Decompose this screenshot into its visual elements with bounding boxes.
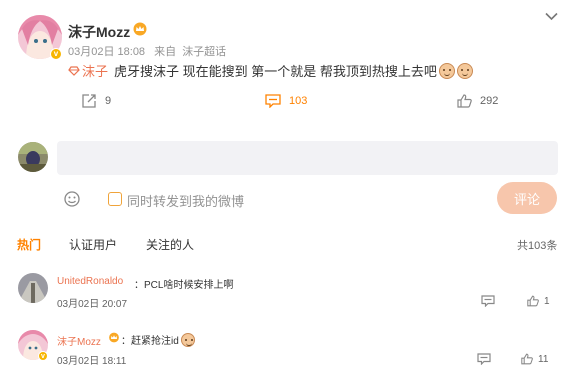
comment-like-count: 1 <box>544 295 550 307</box>
post-text: 虎牙搜沫子 现在能搜到 第一个就是 帮我顶到热搜上去吧 <box>114 64 437 79</box>
comment-like-count: 11 <box>538 353 549 365</box>
comment-text: ：赶紧抢注id <box>121 332 195 347</box>
like-icon <box>527 295 539 307</box>
verified-icon: v <box>38 351 48 361</box>
repost-checkbox[interactable] <box>108 192 122 206</box>
comment-icon <box>481 295 495 307</box>
like-icon <box>521 353 533 365</box>
mention-link[interactable]: 沫子 <box>68 61 108 80</box>
emoji-icon <box>456 62 473 79</box>
comment-time: 03月02日 20:07 <box>57 299 128 310</box>
tab-following[interactable]: 关注的人 <box>146 236 194 253</box>
comment-author[interactable]: 沫子Mozz <box>57 333 101 348</box>
mention-icon <box>68 65 80 76</box>
post-body: 沫子 虎牙搜沫子 现在能搜到 第一个就是 帮我顶到热搜上去吧 <box>68 61 473 80</box>
comment-icon <box>477 353 491 365</box>
comment-icon <box>265 94 281 108</box>
emoji-icon <box>180 332 195 347</box>
comment-count: 103 <box>289 95 308 107</box>
crown-icon <box>133 22 147 36</box>
mention-text[interactable]: 沫子 <box>82 61 108 80</box>
crown-icon <box>109 332 119 343</box>
tab-hot[interactable]: 热门 <box>17 236 41 253</box>
submit-comment-button[interactable]: 评论 <box>497 182 557 214</box>
repost-count: 9 <box>105 95 112 107</box>
emoji-icon <box>438 62 455 79</box>
comment-author[interactable]: UnitedRonaldo <box>57 276 123 287</box>
post-author[interactable]: 沫子Mozz <box>68 22 130 42</box>
post-source-prefix: 来自 <box>154 46 177 58</box>
post-time[interactable]: 03月02日 18:08 <box>68 46 145 58</box>
verified-icon: v <box>50 48 62 60</box>
comment-text-body: ：赶紧抢注id <box>121 336 179 347</box>
comment-avatar[interactable] <box>18 273 48 303</box>
smile-icon[interactable] <box>64 191 80 207</box>
post-source[interactable]: 沫子超话 <box>182 46 226 58</box>
like-button[interactable]: 292 <box>457 94 498 108</box>
comment-text: ：PCL啥时候安排上啊 <box>134 280 234 291</box>
repost-checkbox-label[interactable]: 同时转发到我的微博 <box>127 191 244 210</box>
post-meta: 03月02日 18:08 来自 沫子超话 <box>68 43 232 59</box>
comment-reply-button[interactable] <box>477 353 496 365</box>
like-icon <box>457 94 472 108</box>
repost-button[interactable]: 9 <box>82 94 111 108</box>
chevron-down-icon[interactable] <box>545 12 558 21</box>
comment-total: 共103条 <box>517 240 558 252</box>
comment-input[interactable] <box>57 141 558 175</box>
comment-time: 03月02日 18:11 <box>57 356 127 367</box>
comment-like-button[interactable]: 11 <box>521 353 548 365</box>
repost-icon <box>82 94 96 108</box>
comment-button[interactable]: 103 <box>265 94 307 108</box>
comment-reply-button[interactable] <box>481 295 500 307</box>
like-count: 292 <box>480 95 499 107</box>
my-avatar[interactable] <box>18 142 48 172</box>
tab-verified[interactable]: 认证用户 <box>69 236 117 253</box>
comment-like-button[interactable]: 1 <box>527 295 550 307</box>
